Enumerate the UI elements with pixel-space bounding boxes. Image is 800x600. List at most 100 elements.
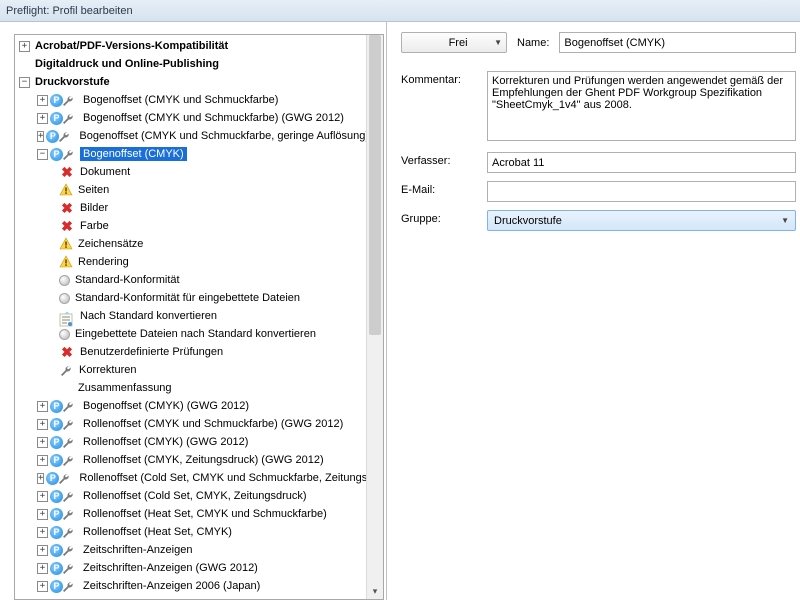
wrench-icon [61,111,76,126]
tree-profile[interactable]: +PRollenoffset (CMYK und Schmuckfarbe) (… [15,415,383,433]
expand-toggle[interactable]: + [37,419,48,430]
tree-child[interactable]: Seiten [15,181,383,199]
expand-toggle[interactable]: + [37,401,48,412]
wrench-icon [61,507,76,522]
expand-toggle[interactable]: − [19,77,30,88]
expand-toggle[interactable]: + [37,113,48,124]
lock-state-combo[interactable]: Frei ▼ [401,32,507,53]
tree-profile[interactable]: +PZeitschriften-Anzeigen 2006 (Japan) [15,577,383,595]
summary-icon [59,381,73,395]
dot-icon [59,293,70,304]
tree-profile[interactable]: + P Bogenoffset (CMYK und Schmuckfarbe, … [15,127,383,145]
tree-child[interactable]: Zeichensätze [15,235,383,253]
expand-toggle[interactable]: + [37,527,48,538]
error-icon: ✖ [59,164,75,180]
name-input[interactable] [559,32,796,53]
kommentar-textarea[interactable] [487,71,796,141]
verfasser-input[interactable] [487,152,796,173]
tree-profile[interactable]: +PRollenoffset (Cold Set, CMYK, Zeitungs… [15,487,383,505]
tree-profile[interactable]: +PRollenoffset (Cold Set, CMYK und Schmu… [15,469,383,487]
wrench-icon [61,561,76,576]
profile-icon: P [50,454,63,467]
tree-scrollbar[interactable]: ▴ ▾ [366,35,383,599]
wrench-icon [61,579,76,594]
scroll-down-arrow[interactable]: ▾ [367,584,383,599]
expand-toggle[interactable]: + [37,95,48,106]
email-label: E-Mail: [401,181,487,196]
error-icon: ✖ [59,200,75,216]
tree-profile[interactable]: +PZeitschriften-Anzeigen [15,541,383,559]
expand-toggle[interactable]: + [19,41,30,52]
wrench-icon [61,417,76,432]
profile-icon: P [50,112,63,125]
tree-profile[interactable]: +PRollenoffset (CMYK, Zeitungsdruck) (GW… [15,451,383,469]
tree-profile[interactable]: +PZeitschriften-Anzeigen (GWG 2012) [15,559,383,577]
chevron-down-icon: ▼ [494,38,502,47]
profile-icon: P [50,580,63,593]
expand-toggle[interactable]: + [37,455,48,466]
left-panel: + Acrobat/PDF-Versions-Kompatibilität Di… [0,22,387,600]
profile-tree[interactable]: + Acrobat/PDF-Versions-Kompatibilität Di… [15,35,383,599]
profile-icon: P [50,508,63,521]
chevron-down-icon: ▼ [781,216,789,225]
warning-icon [59,255,73,269]
dot-icon [59,275,70,286]
expand-toggle[interactable]: + [37,131,44,142]
profile-icon: P [50,562,63,575]
warning-icon [59,237,73,251]
kommentar-label: Kommentar: [401,71,487,86]
profile-icon: P [50,94,63,107]
gruppe-value: Druckvorstufe [494,215,562,227]
tree-profile-selected[interactable]: − P Bogenoffset (CMYK) [15,145,383,163]
wrench-icon [61,543,76,558]
right-panel: Frei ▼ Name: Kommentar: Verfasser: E-Mai… [387,22,800,600]
wrench-icon [61,435,76,450]
expand-toggle[interactable]: + [37,563,48,574]
tree-child[interactable]: Zusammenfassung [15,379,383,397]
tree-child[interactable]: ✖Dokument [15,163,383,181]
tree-profile[interactable]: +PBogenoffset (CMYK) (GWG 2012) [15,397,383,415]
wrench-icon [61,147,76,162]
expand-toggle[interactable]: + [37,437,48,448]
tree-profile[interactable]: + P Bogenoffset (CMYK und Schmuckfarbe) [15,91,383,109]
profile-icon: P [46,130,59,143]
tree-child[interactable]: Standard-Konformität für eingebettete Da… [15,289,383,307]
wrench-icon [61,525,76,540]
error-icon: ✖ [59,218,75,234]
warning-icon [59,183,73,197]
expand-toggle[interactable]: − [37,149,48,160]
tree-profile[interactable]: +PRollenoffset (CMYK) (GWG 2012) [15,433,383,451]
gruppe-combo[interactable]: Druckvorstufe ▼ [487,210,796,231]
tree-child[interactable]: ✖Bilder [15,199,383,217]
profile-icon: P [50,490,63,503]
wrench-icon [57,471,72,486]
scroll-thumb[interactable] [369,35,381,335]
window-title: Preflight: Profil bearbeiten [6,5,133,17]
tree-profile[interactable]: +PRollenoffset (Heat Set, CMYK und Schmu… [15,505,383,523]
profile-icon: P [50,400,63,413]
email-input[interactable] [487,181,796,202]
expand-toggle[interactable]: + [37,473,44,484]
profile-icon: P [50,148,63,161]
expand-toggle[interactable]: + [37,491,48,502]
tree-category[interactable]: − Druckvorstufe [15,73,383,91]
profile-icon: P [50,526,63,539]
tree-category[interactable]: Digitaldruck und Online-Publishing [15,55,383,73]
lock-state-text: Frei [449,37,468,49]
expand-toggle[interactable]: + [37,581,48,592]
tree-child[interactable]: ✖Farbe [15,217,383,235]
expand-toggle[interactable]: + [37,545,48,556]
profile-icon: P [50,544,63,557]
tree-profile[interactable]: + P Bogenoffset (CMYK und Schmuckfarbe) … [15,109,383,127]
verfasser-label: Verfasser: [401,152,487,167]
wrench-icon [61,93,76,108]
tree-category[interactable]: + Acrobat/PDF-Versions-Kompatibilität [15,37,383,55]
tree-child[interactable]: Rendering [15,253,383,271]
expand-toggle[interactable]: + [37,509,48,520]
profile-icon: P [46,472,59,485]
tree-profile[interactable]: +PRollenoffset (Heat Set, CMYK) [15,523,383,541]
gruppe-label: Gruppe: [401,210,487,225]
name-label: Name: [517,37,549,49]
tree-child[interactable]: Standard-Konformität [15,271,383,289]
expand-spacer [19,59,30,70]
